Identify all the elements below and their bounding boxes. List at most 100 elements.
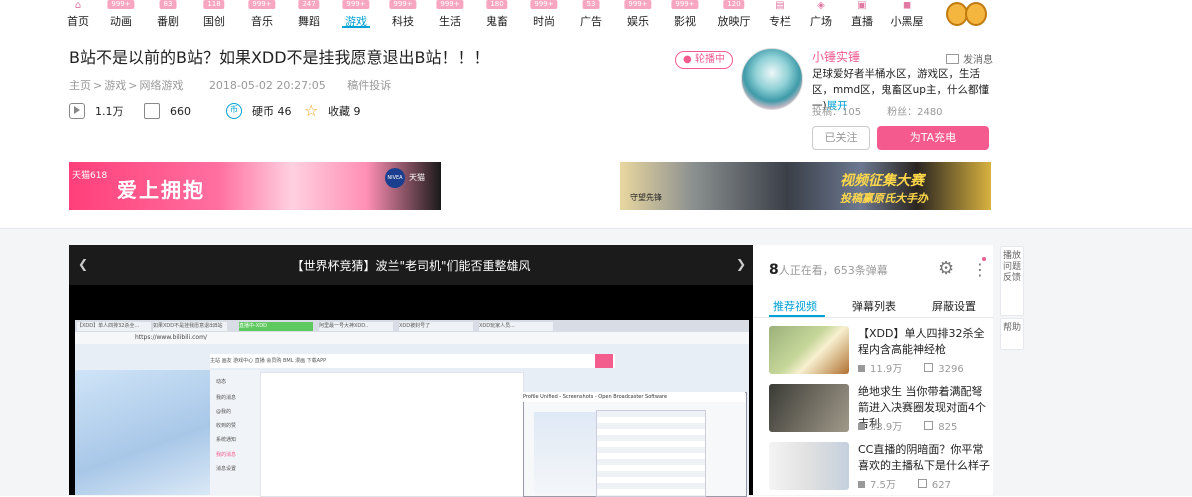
publish-date: 2018-05-02 20:27:05: [208, 79, 326, 92]
play-icon: [858, 423, 865, 430]
play-icon: [69, 103, 85, 119]
help-button[interactable]: 帮助: [1000, 318, 1024, 350]
video-menu-item: 系统通知: [216, 437, 237, 443]
rec-stats: 7.5万 627: [858, 476, 951, 491]
video-obs-grid: [596, 410, 706, 497]
nav-item-blackroom[interactable]: ◼ 小黑屋: [885, 0, 929, 30]
top-nav: ⌂ 首页 999+ 动画 83 番剧 118 国创 999+ 音乐 247 舞蹈 999+ 游…: [0, 0, 1192, 30]
nav-item-home[interactable]: ⌂ 首页: [58, 0, 98, 30]
danmaku-icon: [917, 479, 927, 488]
list-item[interactable]: CC直播的阴暗面？你平常喜欢的主播私下是什么样子 7.5万 627: [769, 442, 991, 494]
video-menu-item: 我的消息: [216, 395, 237, 401]
video-menu-item: 我的消息: [216, 452, 237, 458]
tab-divider: [753, 317, 993, 318]
nav-item-dance[interactable]: 247 舞蹈: [289, 0, 329, 30]
nav-item-ent[interactable]: 999+ 娱乐: [618, 0, 658, 30]
video-tab: 直播中-XDD: [239, 322, 313, 331]
rec-stats: 33.9万 825: [858, 418, 957, 433]
coin-icon: 币: [226, 103, 242, 119]
report-link[interactable]: 稿件投诉: [347, 79, 391, 92]
breadcrumb-home[interactable]: 主页: [69, 79, 91, 92]
star-icon: ☆: [304, 101, 319, 120]
video-title: B站不是以前的B站？如果XDD不是挂我愿意退出B站！！！: [69, 48, 490, 67]
feedback-button[interactable]: 播放问题反馈: [1000, 246, 1024, 316]
danmaku-icon: [144, 103, 160, 119]
nav-item-movie[interactable]: 999+ 影视: [665, 0, 705, 30]
video-tab: XDD被封号了: [399, 322, 473, 331]
next-arrow-icon[interactable]: ❯: [736, 257, 746, 271]
video-menu-item: 收到的赞: [216, 423, 237, 429]
square-icon: ◈: [817, 0, 825, 11]
tab-danmaku-list[interactable]: 弹幕列表: [852, 298, 896, 314]
nav-item-guochuang[interactable]: 118 国创: [194, 0, 234, 30]
video-tab: 如果XDD不是挂我愿意退出B站: [153, 322, 227, 331]
play-icon: [858, 481, 865, 488]
nav-item-game[interactable]: 999+ 游戏: [336, 0, 376, 30]
danmaku-icon: [924, 363, 934, 372]
coin-button[interactable]: 币硬币 46: [226, 102, 292, 120]
video-thumbnail[interactable]: [769, 326, 849, 374]
list-item[interactable]: 绝地求生 当你带着满配弩箭进入决赛圈发现对面4个吉利 33.9万 825: [769, 384, 991, 436]
nav-item-cinema[interactable]: 120 放映厅: [712, 0, 756, 30]
video-tab: 【XDD】单人四排32杀全...: [77, 322, 151, 331]
video-thumbnail[interactable]: [769, 442, 849, 490]
video-pink-block: [595, 354, 613, 368]
nav-item-kichiku[interactable]: 180 鬼畜: [477, 0, 517, 30]
nav-item-square[interactable]: ◈ 广场: [801, 0, 841, 30]
nivea-logo: NIVEA: [385, 168, 405, 188]
video-thumbnail[interactable]: [769, 384, 849, 432]
video-obs-preview: [534, 412, 596, 495]
mail-icon: [946, 54, 959, 64]
ad-banner-right[interactable]: 守望先锋 视频征集大赛 投稿赢原氏大手办: [620, 162, 991, 210]
tab-block-settings[interactable]: 屏蔽设置: [932, 298, 976, 314]
live-icon: ▣: [857, 0, 867, 11]
video-menu-item: @我的: [216, 409, 232, 415]
video-address-bar: https://www.bilibili.com/: [75, 332, 749, 344]
nav-item-music[interactable]: 999+ 音乐: [242, 0, 282, 30]
nav-item-anime[interactable]: 999+ 动画: [101, 0, 141, 30]
video-side-image: [75, 370, 210, 495]
tab-recommend[interactable]: 推荐视频: [773, 298, 817, 314]
gear-icon[interactable]: ⚙: [938, 260, 956, 278]
breadcrumb-game[interactable]: 游戏: [104, 79, 126, 92]
watching-count: 8人正在看，653条弹幕: [769, 262, 888, 278]
live-rotation-badge[interactable]: ● 轮播中: [675, 51, 733, 69]
nav-item-life[interactable]: 999+ 生活: [430, 0, 470, 30]
play-count: 1.1万: [69, 102, 124, 120]
nav-item-bangumi[interactable]: 83 番剧: [148, 0, 188, 30]
video-tab: XDD玩家人员...: [479, 322, 553, 331]
nav-item-tech[interactable]: 999+ 科技: [383, 0, 423, 30]
column-icon: ▤: [775, 0, 785, 11]
video-menu-item: 消息设置: [216, 466, 237, 472]
uploader-stats: 投稿：105 粉丝：2480: [812, 107, 943, 118]
notice-dot: [982, 257, 986, 261]
rec-title[interactable]: CC直播的阴暗面？你平常喜欢的主播私下是什么样子: [858, 442, 990, 474]
breadcrumb-online-game[interactable]: 网络游戏: [139, 79, 183, 92]
avatar[interactable]: [741, 48, 803, 110]
play-icon: [858, 365, 865, 372]
home-icon: ⌂: [74, 0, 82, 11]
breadcrumb: 主页 > 游戏 > 网络游戏: [69, 79, 184, 92]
send-message-button[interactable]: 发消息: [946, 51, 993, 66]
rec-stats: 11.9万 3296: [858, 360, 964, 375]
followed-button[interactable]: 已关注: [812, 126, 870, 150]
video-msg-panel: [260, 372, 524, 497]
more-icon[interactable]: ⋮: [972, 260, 988, 279]
list-item[interactable]: 【XDD】单人四排32杀全程内含高能神经枪 11.9万 3296: [769, 326, 991, 378]
nav-item-fashion[interactable]: 999+ 时尚: [524, 0, 564, 30]
video-menu-item: 动态: [216, 379, 227, 385]
nav-item-live[interactable]: ▣ 直播: [842, 0, 882, 30]
rec-title[interactable]: 【XDD】单人四排32杀全程内含高能神经枪: [858, 326, 990, 358]
player-title[interactable]: 【世界杯竞猜】波兰"老司机"们能否重整雄风: [69, 257, 753, 274]
favorite-button[interactable]: ☆ 收藏 9: [304, 102, 361, 120]
video-tab: 阿里最一号大神XDD..: [319, 322, 393, 331]
mascot-icon: [965, 2, 987, 26]
charge-button[interactable]: 为TA充电: [877, 126, 989, 150]
nav-item-column[interactable]: ▤ 专栏: [760, 0, 800, 30]
video-menu: [210, 370, 260, 495]
video-meta: 主页 > 游戏 > 网络游戏 2018-05-02 20:27:05 稿件投诉: [69, 77, 409, 93]
uploader-name[interactable]: 小锤实锤: [812, 48, 860, 65]
ad-banner-left[interactable]: 天猫618 爱上拥抱 NIVEA 天猫: [69, 162, 441, 210]
video-site-nav: 主站 画友 游戏中心 直播 会员购 BML 漫画 下载APP: [210, 354, 615, 368]
nav-item-ad[interactable]: 53 广告: [571, 0, 611, 30]
